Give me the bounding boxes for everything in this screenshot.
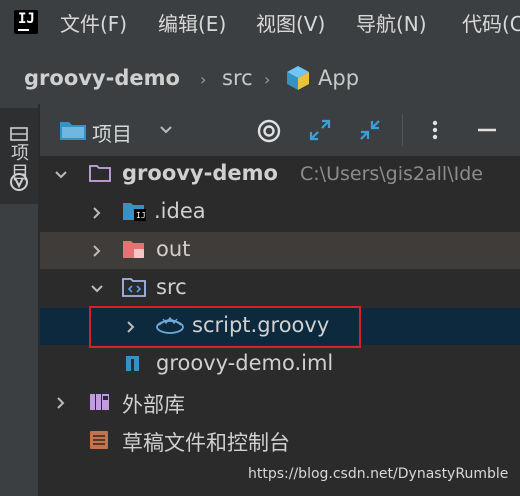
structure-icon [10, 173, 28, 191]
locate-icon[interactable] [256, 118, 282, 144]
hide-icon[interactable] [476, 118, 498, 142]
chevron-right-icon[interactable] [90, 244, 104, 258]
tree-row-root[interactable]: groovy-demo C:\Users\gis2all\Ide [40, 156, 520, 193]
tree-label-src: src [156, 275, 187, 299]
scratches-icon [90, 431, 108, 449]
tree-label-idea: .idea [154, 199, 206, 223]
module-file-icon [126, 356, 139, 371]
idea-folder-icon: IJ [123, 203, 146, 221]
more-icon[interactable] [428, 118, 442, 142]
project-folder-icon [60, 122, 86, 140]
tree-label-root: groovy-demo [122, 161, 278, 185]
toolbar-separator [402, 114, 403, 146]
menu-edit[interactable]: 编辑(E) [158, 8, 226, 37]
menu-bar: IJ 文件(F) 编辑(E) 视图(V) 导航(N) 代码(C) [0, 0, 520, 46]
panel-title[interactable]: 项目 [92, 118, 132, 147]
watermark: https://blog.csdn.net/DynastyRumble [248, 466, 509, 482]
svg-text:IJ: IJ [136, 211, 146, 220]
breadcrumb-folder[interactable]: src [222, 66, 253, 90]
breadcrumb-separator: › [264, 70, 271, 89]
app-class-icon [287, 66, 309, 90]
excluded-folder-icon [123, 241, 144, 258]
intellij-logo-icon: IJ [14, 10, 38, 34]
tree-row-src[interactable]: src [40, 270, 520, 307]
expand-all-icon[interactable] [308, 118, 332, 142]
chevron-down-icon[interactable] [90, 282, 104, 296]
source-folder-icon [122, 278, 146, 297]
collapse-all-icon[interactable] [358, 118, 382, 142]
highlight-annotation-box [89, 306, 361, 348]
library-icon [90, 394, 109, 410]
tree-root-path: C:\Users\gis2all\Ide [300, 163, 483, 185]
breadcrumb-separator: › [200, 70, 207, 89]
tree-row-external-libraries[interactable]: 外部库 [40, 384, 520, 421]
project-tool-tab[interactable]: 项目 [0, 108, 38, 204]
chevron-right-icon[interactable] [90, 206, 104, 220]
breadcrumb-project[interactable]: groovy-demo [24, 66, 180, 90]
breadcrumb-file[interactable]: App [318, 66, 359, 90]
tree-label-scratches: 草稿文件和控制台 [122, 431, 290, 455]
project-panel-header: 项目 [40, 104, 520, 156]
folder-icon [89, 165, 111, 182]
tree-row-scratches[interactable]: 草稿文件和控制台 [40, 422, 520, 459]
breadcrumb: groovy-demo › src › App [0, 46, 520, 105]
chevron-down-icon[interactable] [158, 122, 174, 138]
menu-code[interactable]: 代码(C) [462, 8, 520, 37]
tree-label-iml: groovy-demo.iml [156, 351, 334, 375]
tree-label-out: out [156, 237, 191, 261]
menu-file[interactable]: 文件(F) [60, 8, 127, 37]
chevron-right-icon[interactable] [54, 396, 68, 410]
menu-view[interactable]: 视图(V) [256, 8, 325, 37]
menu-navigate[interactable]: 导航(N) [356, 8, 427, 37]
project-tab-icon [10, 127, 28, 141]
chevron-down-icon[interactable] [54, 168, 68, 182]
tree-row-out[interactable]: out [40, 232, 520, 269]
tree-row-iml[interactable]: groovy-demo.iml [40, 346, 520, 383]
tree-label-external-libraries: 外部库 [122, 393, 185, 417]
tree-row-idea[interactable]: IJ .idea [40, 194, 520, 231]
